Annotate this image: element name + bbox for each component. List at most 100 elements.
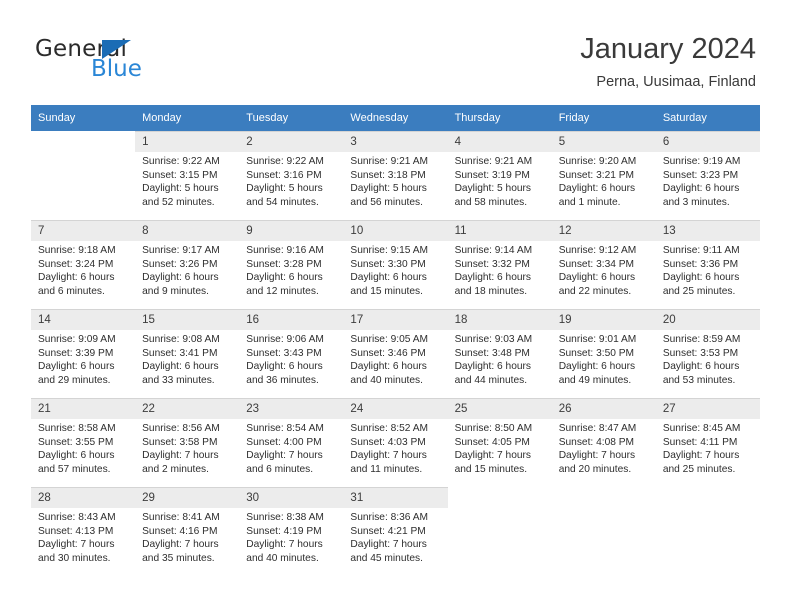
day-cell[interactable]: 9 Sunrise: 9:16 AM Sunset: 3:28 PM Daylight… [239,220,344,309]
sunrise-time: Sunrise: 8:50 AM [454,423,533,434]
sunset-time: Sunset: 3:32 PM [454,258,530,270]
daylight-duration-line1: Daylight: 7 hours [142,450,219,462]
daylight-duration-line2: and 44 minutes. [454,374,528,386]
calendar-cell: 15 Sunrise: 9:08 AM Sunset: 3:41 PM Dayligh… [135,309,240,398]
calendar-cell [447,487,552,576]
daylight-duration-line2: and 40 minutes. [246,552,319,564]
calendar-week-row: 28 Sunrise: 8:43 AM Sunset: 4:13 PM Dayligh… [31,487,760,576]
day-number: 29 [135,488,240,508]
sunrise-time: Sunrise: 9:01 AM [558,334,637,345]
day-cell[interactable]: 12 Sunrise: 9:12 AM Sunset: 3:34 PM Dayligh… [551,220,656,309]
day-cell[interactable]: 25 Sunrise: 8:50 AM Sunset: 4:05 PM Dayligh… [447,398,552,487]
day-details: Sunrise: 9:03 AM Sunset: 3:48 PM Daylight:… [448,330,552,387]
day-number: 3 [343,132,448,152]
day-cell[interactable]: 8 Sunrise: 9:17 AM Sunset: 3:26 PM Daylight… [135,220,240,309]
day-cell[interactable]: 17 Sunrise: 9:05 AM Sunset: 3:46 PM Dayligh… [343,309,448,398]
day-cell[interactable]: 10 Sunrise: 9:15 AM Sunset: 3:30 PM Dayligh… [343,220,448,309]
day-cell[interactable]: 29 Sunrise: 8:41 AM Sunset: 4:16 PM Dayligh… [135,487,240,576]
daylight-duration-line1: Daylight: 5 hours [454,183,532,195]
daylight-duration-line1: Daylight: 7 hours [246,450,323,462]
day-cell[interactable]: 30 Sunrise: 8:38 AM Sunset: 4:19 PM Dayligh… [239,487,344,576]
day-number: 24 [343,399,448,419]
calendar-cell: 31 Sunrise: 8:36 AM Sunset: 4:21 PM Dayligh… [343,487,448,576]
sunrise-time: Sunrise: 9:19 AM [662,156,741,167]
day-cell[interactable]: 18 Sunrise: 9:03 AM Sunset: 3:48 PM Dayligh… [447,309,552,398]
day-number: 28 [31,488,136,508]
calendar-cell: 21 Sunrise: 8:58 AM Sunset: 3:55 PM Dayligh… [31,398,136,487]
calendar-cell: 12 Sunrise: 9:12 AM Sunset: 3:34 PM Dayligh… [551,220,656,309]
day-cell[interactable]: 23 Sunrise: 8:54 AM Sunset: 4:00 PM Dayligh… [239,398,344,487]
day-cell[interactable]: 28 Sunrise: 8:43 AM Sunset: 4:13 PM Dayligh… [31,487,136,576]
day-cell[interactable]: 1 Sunrise: 9:22 AM Sunset: 3:15 PM Daylight… [135,131,240,220]
day-details: Sunrise: 9:08 AM Sunset: 3:41 PM Daylight:… [135,330,239,387]
day-number: 30 [239,488,344,508]
day-cell[interactable]: 14 Sunrise: 9:09 AM Sunset: 3:39 PM Dayligh… [31,309,136,398]
daylight-duration-line2: and 25 minutes. [662,285,736,297]
sunrise-time: Sunrise: 9:05 AM [350,334,429,345]
day-cell[interactable]: 20 Sunrise: 8:59 AM Sunset: 3:53 PM Dayligh… [655,309,760,398]
daylight-duration-line2: and 22 minutes. [558,285,632,297]
daylight-duration-line1: Daylight: 7 hours [454,450,532,462]
day-cell[interactable]: 6 Sunrise: 9:19 AM Sunset: 3:23 PM Daylight… [655,131,760,220]
day-cell[interactable]: 16 Sunrise: 9:06 AM Sunset: 3:43 PM Dayligh… [239,309,344,398]
day-cell-empty [31,131,136,220]
sunrise-time: Sunrise: 9:21 AM [350,156,429,167]
day-cell[interactable]: 3 Sunrise: 9:21 AM Sunset: 3:18 PM Daylight… [343,131,448,220]
calendar-cell: 24 Sunrise: 8:52 AM Sunset: 4:03 PM Dayligh… [343,398,448,487]
day-cell[interactable]: 27 Sunrise: 8:45 AM Sunset: 4:11 PM Dayligh… [655,398,760,487]
daylight-duration-line1: Daylight: 5 hours [350,183,427,195]
sunset-time: Sunset: 3:58 PM [142,436,218,448]
day-cell[interactable]: 22 Sunrise: 8:56 AM Sunset: 3:58 PM Dayligh… [135,398,240,487]
calendar-cell: 30 Sunrise: 8:38 AM Sunset: 4:19 PM Dayligh… [239,487,344,576]
sunrise-time: Sunrise: 9:08 AM [142,334,220,345]
day-number: 14 [31,310,136,330]
day-cell[interactable]: 11 Sunrise: 9:14 AM Sunset: 3:32 PM Dayligh… [447,220,552,309]
day-cell[interactable]: 2 Sunrise: 9:22 AM Sunset: 3:16 PM Daylight… [239,131,344,220]
day-number: 9 [239,221,344,241]
daylight-duration-line1: Daylight: 7 hours [350,450,427,462]
day-cell[interactable]: 26 Sunrise: 8:47 AM Sunset: 4:08 PM Dayligh… [551,398,656,487]
daylight-duration-line2: and 40 minutes. [350,374,423,386]
daylight-duration-line1: Daylight: 5 hours [246,183,323,195]
day-details: Sunrise: 8:41 AM Sunset: 4:16 PM Daylight:… [135,508,239,565]
daylight-duration-line1: Daylight: 6 hours [558,183,636,195]
day-cell[interactable]: 31 Sunrise: 8:36 AM Sunset: 4:21 PM Dayligh… [343,487,448,576]
title-block: January 2024 Perna, Uusimaa, Finland [580,32,756,91]
daylight-duration-line2: and 29 minutes. [38,374,111,386]
daylight-duration-line1: Daylight: 6 hours [662,361,740,373]
day-cell[interactable]: 4 Sunrise: 9:21 AM Sunset: 3:19 PM Daylight… [447,131,552,220]
day-details: Sunrise: 8:54 AM Sunset: 4:00 PM Daylight:… [239,419,343,476]
day-number: 7 [31,221,136,241]
brand-logo[interactable]: General Blue [35,36,235,86]
day-number [656,487,760,507]
day-cell[interactable]: 13 Sunrise: 9:11 AM Sunset: 3:36 PM Dayligh… [655,220,760,309]
day-cell[interactable]: 19 Sunrise: 9:01 AM Sunset: 3:50 PM Dayligh… [551,309,656,398]
day-cell[interactable]: 24 Sunrise: 8:52 AM Sunset: 4:03 PM Dayligh… [343,398,448,487]
day-cell[interactable]: 15 Sunrise: 9:08 AM Sunset: 3:41 PM Dayligh… [135,309,240,398]
sunset-time: Sunset: 4:16 PM [142,525,218,537]
daylight-duration-line1: Daylight: 6 hours [662,272,740,284]
day-number: 26 [551,399,656,419]
calendar-week-row: 1 Sunrise: 9:22 AM Sunset: 3:15 PM Daylight… [31,131,760,220]
sunrise-time: Sunrise: 8:47 AM [558,423,637,434]
day-details: Sunrise: 9:14 AM Sunset: 3:32 PM Daylight:… [448,241,552,298]
daylight-duration-line1: Daylight: 7 hours [558,450,636,462]
daylight-duration-line2: and 6 minutes. [246,463,314,475]
day-cell[interactable]: 21 Sunrise: 8:58 AM Sunset: 3:55 PM Dayligh… [31,398,136,487]
day-details: Sunrise: 8:59 AM Sunset: 3:53 PM Daylight:… [656,330,760,387]
day-details: Sunrise: 8:50 AM Sunset: 4:05 PM Daylight:… [448,419,552,476]
calendar-cell: 2 Sunrise: 9:22 AM Sunset: 3:16 PM Daylight… [239,131,344,220]
daylight-duration-line1: Daylight: 7 hours [142,539,219,551]
daylight-duration-line2: and 1 minute. [558,196,621,208]
daylight-duration-line1: Daylight: 6 hours [142,272,219,284]
calendar-table: Sunday Monday Tuesday Wednesday Thursday… [31,105,760,576]
daylight-duration-line2: and 53 minutes. [662,374,736,386]
day-number: 19 [551,310,656,330]
sunset-time: Sunset: 3:18 PM [350,169,426,181]
day-cell[interactable]: 5 Sunrise: 9:20 AM Sunset: 3:21 PM Daylight… [551,131,656,220]
day-cell[interactable]: 7 Sunrise: 9:18 AM Sunset: 3:24 PM Daylight… [31,220,136,309]
sunrise-time: Sunrise: 8:38 AM [246,512,324,523]
sunrise-time: Sunrise: 9:03 AM [454,334,533,345]
sunset-time: Sunset: 4:21 PM [350,525,426,537]
daylight-duration-line1: Daylight: 7 hours [246,539,323,551]
